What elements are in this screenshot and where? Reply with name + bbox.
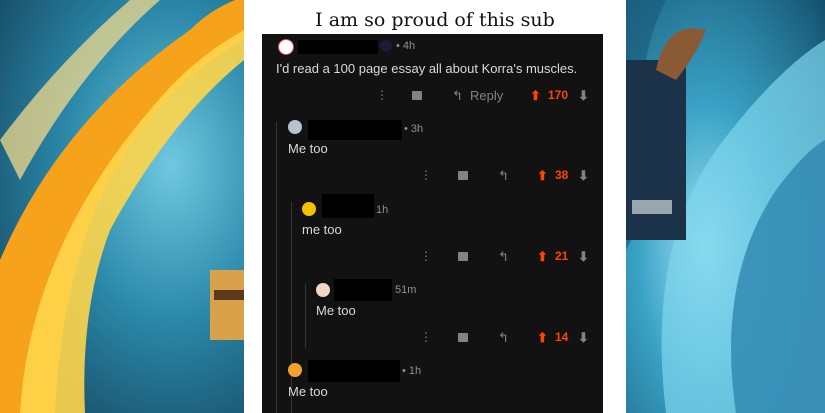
avatar[interactable] [288,120,302,134]
comment-actions: ⋮ ↰ ⬆ 21 ⬇ [262,249,603,265]
award-icon[interactable] [458,171,468,180]
comment-time: • 3h [404,123,424,135]
right-art-panel [626,0,825,413]
downvote-arrow-icon[interactable]: ⬇ [578,88,589,104]
avatar[interactable] [288,363,302,377]
downvote-arrow-icon[interactable]: ⬇ [578,249,589,265]
thread-line [276,122,277,413]
redacted-username [322,194,374,218]
comment-actions: ⋮ ↰ Reply ⬆ 170 ⬇ [262,88,603,104]
comment-time: • 1h [402,365,422,377]
redacted-username [308,360,400,382]
comment-time: 1h [376,204,389,216]
score: 21 [555,249,569,263]
upvote-arrow-icon[interactable]: ⬆ [537,330,548,346]
score: 38 [555,168,569,182]
reply-icon[interactable]: ↰ [498,249,509,265]
comment-body: Me too [316,303,356,318]
comment-body: Me too [288,141,328,156]
left-art-panel [0,0,244,413]
avatar [380,40,392,52]
comment-body: Me too [288,384,328,399]
score: 14 [555,330,569,344]
comment-time: • 4h [396,40,416,52]
avatar[interactable] [278,39,294,55]
avatar[interactable] [316,283,330,297]
reply-icon[interactable]: ↰ [498,168,509,184]
fire-art [0,0,244,413]
more-icon[interactable]: ⋮ [420,249,432,263]
award-icon[interactable] [458,333,468,342]
redacted-username [334,279,392,301]
water-art [626,0,825,413]
reply-icon[interactable]: ↰ [498,330,509,346]
award-icon[interactable] [458,252,468,261]
redacted-username [298,40,378,54]
comment-actions: ⋮ ↰ ⬆ 14 ⬇ [262,330,603,346]
comment-actions: ⋮ ↰ ⬆ 38 ⬇ [262,168,603,184]
comment-thread: • 4h I'd read a 100 page essay all about… [262,34,603,413]
avatar[interactable] [302,202,316,216]
reply-button[interactable]: Reply [470,88,503,103]
score: 170 [548,88,569,102]
upvote-arrow-icon[interactable]: ⬆ [537,249,548,265]
more-icon[interactable]: ⋮ [420,330,432,344]
upvote-arrow-icon[interactable]: ⬆ [537,168,548,184]
downvote-arrow-icon[interactable]: ⬇ [578,330,589,346]
more-icon[interactable]: ⋮ [376,88,388,102]
more-icon[interactable]: ⋮ [420,168,432,182]
thread-line [291,202,292,413]
page-title: I am so proud of this sub [315,9,555,31]
upvote-arrow-icon[interactable]: ⬆ [530,88,541,104]
award-icon[interactable] [412,91,422,100]
comment-body: me too [302,222,342,237]
redacted-username [308,120,402,140]
comment-body: I'd read a 100 page essay all about Korr… [276,61,578,76]
downvote-arrow-icon[interactable]: ⬇ [578,168,589,184]
comment-time: 51m [395,284,417,296]
reply-icon[interactable]: ↰ [452,88,463,104]
